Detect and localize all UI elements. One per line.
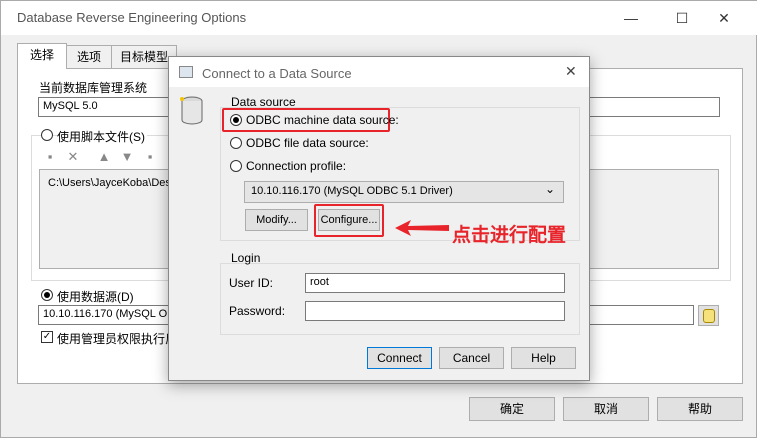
odbc-file-radio[interactable] — [230, 137, 242, 149]
login-group-label: Login — [231, 251, 261, 265]
cancel-button[interactable]: 取消 — [563, 397, 649, 421]
use-script-radio[interactable] — [41, 129, 53, 141]
dialog-title: Connect to a Data Source — [202, 66, 352, 81]
admin-checkbox-label: 使用管理员权限执行反 — [57, 332, 178, 346]
move-up-icon[interactable]: ▲ — [96, 149, 112, 165]
use-datasource-label: 使用数据源(D) — [57, 290, 134, 304]
tab-options[interactable]: 选项 — [66, 45, 112, 69]
browse-icon[interactable]: ▪ — [142, 149, 158, 165]
move-down-icon[interactable]: ▼ — [119, 149, 135, 165]
annotation-arrow — [395, 220, 449, 236]
connect-data-source-dialog: Connect to a Data Source ✕ Data source O… — [168, 56, 590, 381]
user-id-input[interactable]: root — [305, 273, 565, 293]
dialog-close-icon[interactable]: ✕ — [565, 63, 577, 80]
password-input[interactable] — [305, 301, 565, 321]
dialog-help-button[interactable]: Help — [511, 347, 576, 369]
use-script-label: 使用脚本文件(S) — [57, 128, 147, 145]
chevron-down-icon: ⌄ — [545, 182, 556, 196]
odbc-file-label: ODBC file data source: — [246, 136, 369, 150]
tab-select[interactable]: 选择 — [17, 43, 67, 69]
dialog-app-icon — [179, 66, 193, 78]
odbc-machine-radio[interactable] — [230, 114, 242, 126]
annotation-text: 点击进行配置 — [452, 224, 567, 246]
script-file-path: C:\Users\JayceKoba\Des — [48, 177, 171, 189]
admin-checkbox[interactable]: ✓ — [41, 331, 53, 343]
odbc-machine-label: ODBC machine data source: — [246, 113, 399, 127]
connection-profile-radio[interactable] — [230, 160, 242, 172]
configure-button[interactable]: Configure... — [318, 209, 380, 231]
database-icon — [703, 309, 715, 323]
connection-profile-label: Connection profile: — [246, 159, 347, 173]
password-label: Password: — [229, 304, 286, 318]
dbms-label: 当前数据库管理系统 — [39, 81, 148, 95]
modify-button[interactable]: Modify... — [245, 209, 308, 231]
data-source-select-value: 10.10.116.170 (MySQL ODBC 5.1 Driver) — [251, 185, 453, 197]
window-title: Database Reverse Engineering Options — [17, 10, 247, 25]
delete-icon[interactable]: ✕ — [65, 149, 81, 165]
dialog-titlebar: Connect to a Data Source ✕ — [169, 57, 589, 87]
window-titlebar: Database Reverse Engineering Options — ☐… — [1, 1, 757, 35]
help-button[interactable]: 帮助 — [657, 397, 743, 421]
connect-button[interactable]: Connect — [367, 347, 432, 369]
maximize-icon[interactable]: ☐ — [662, 7, 702, 29]
database-icon — [180, 96, 203, 125]
data-source-group-label: Data source — [231, 95, 296, 109]
minimize-icon[interactable]: — — [611, 7, 651, 29]
use-datasource-radio[interactable] — [41, 289, 53, 301]
data-source-select[interactable]: 10.10.116.170 (MySQL ODBC 5.1 Driver) ⌄ — [244, 181, 564, 203]
new-file-icon[interactable]: ▪ — [42, 149, 58, 165]
dialog-cancel-button[interactable]: Cancel — [439, 347, 504, 369]
close-icon[interactable]: ✕ — [704, 7, 744, 29]
user-id-label: User ID: — [229, 276, 274, 290]
ok-button[interactable]: 确定 — [469, 397, 555, 421]
datasource-browse-button[interactable] — [698, 305, 719, 326]
